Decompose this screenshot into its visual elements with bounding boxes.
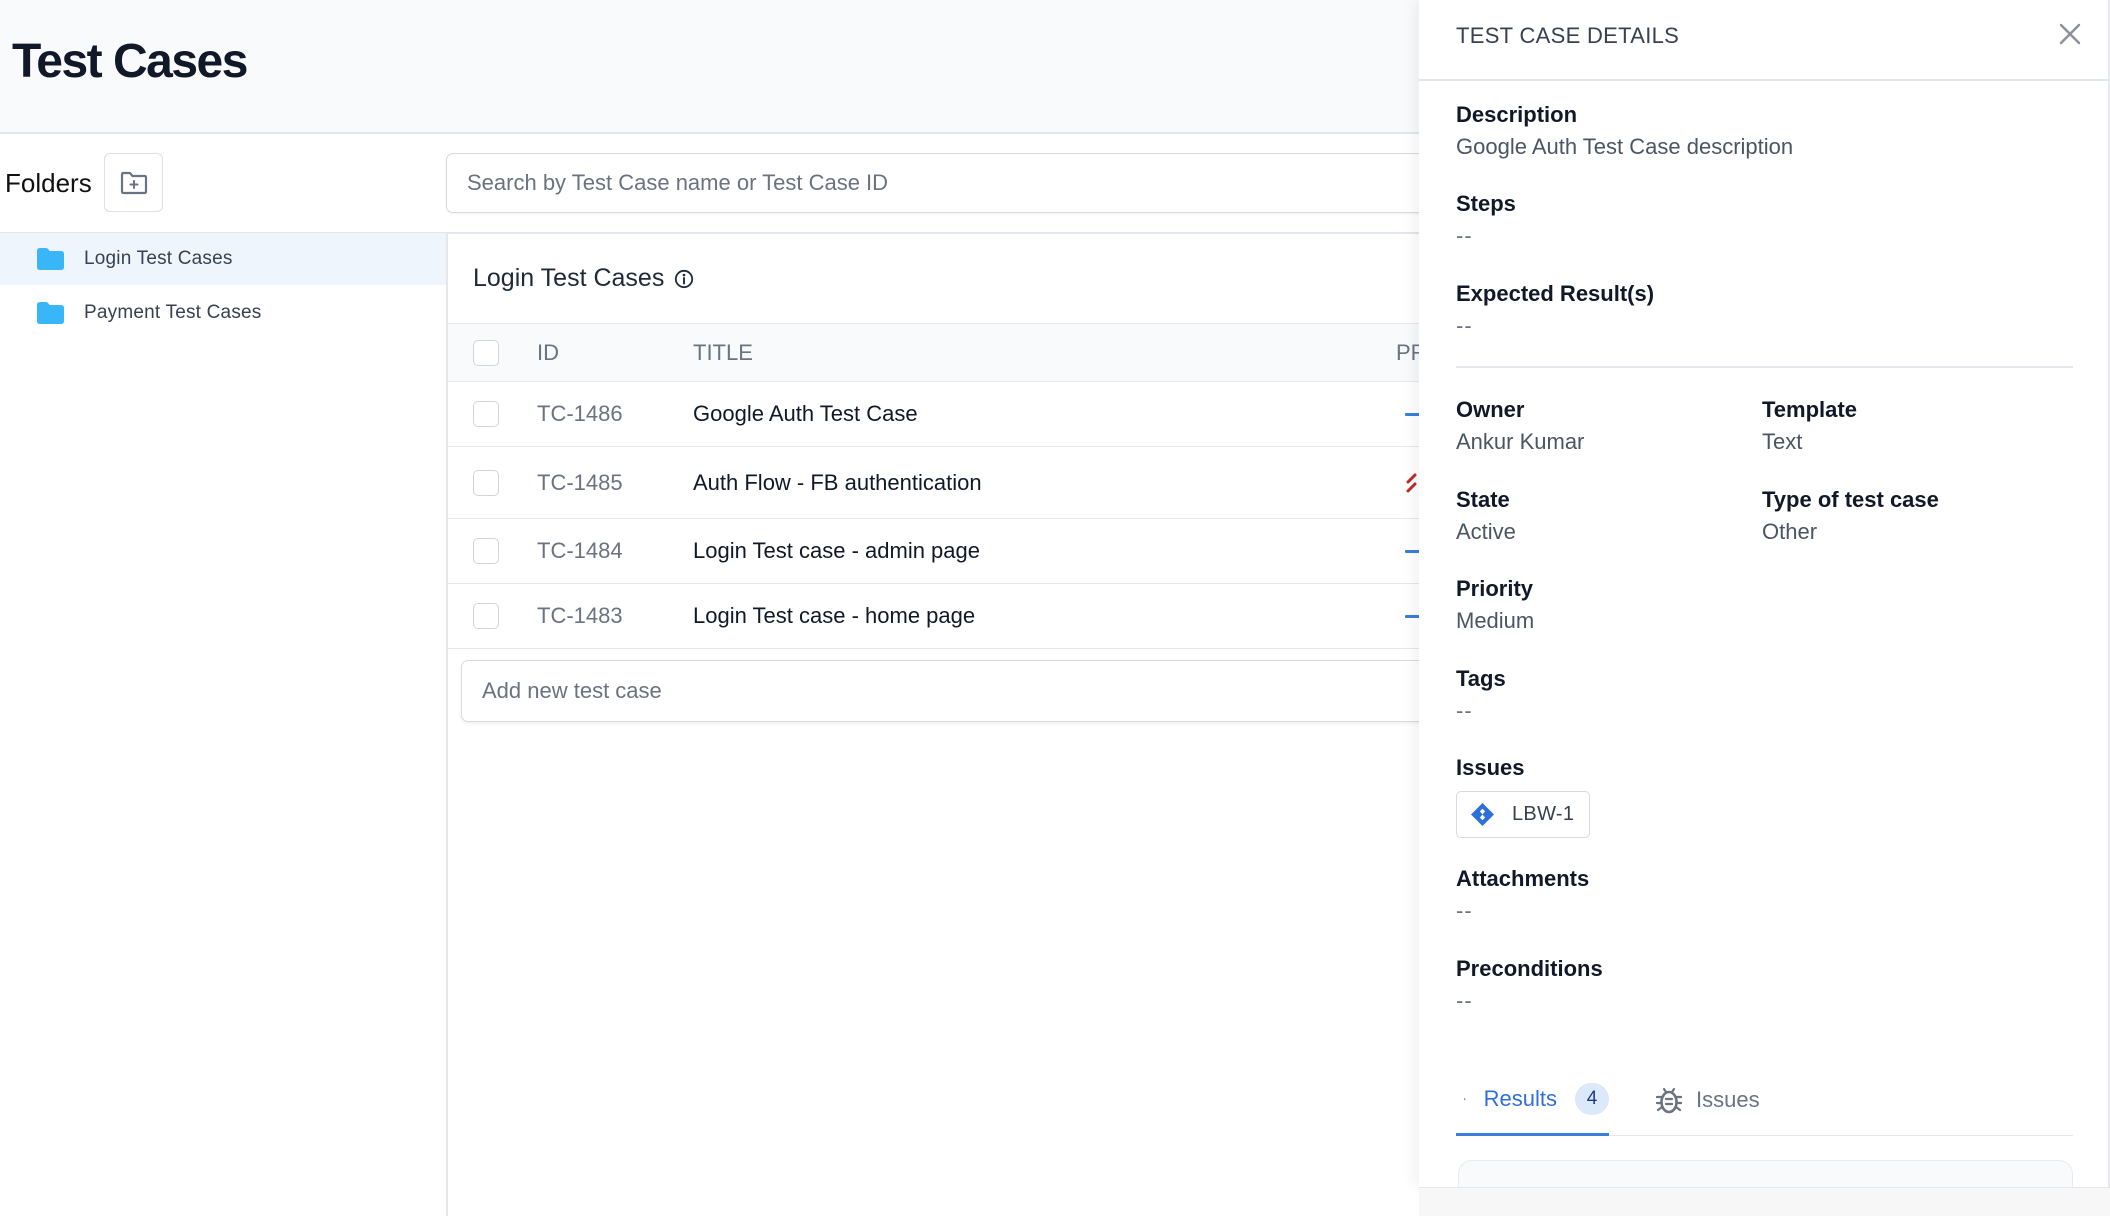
details-divider [1456,366,2073,368]
table-row[interactable]: TC-1484 Login Test case - admin page [448,519,1421,584]
tab-label: Results [1483,1085,1557,1111]
search-box[interactable] [446,153,1446,213]
jira-icon [1471,803,1494,826]
field-value: -- [1456,223,1473,248]
field-owner: Owner Ankur Kumar [1456,397,1584,455]
field-steps: Steps -- [1456,191,1516,249]
field-label: Template [1762,397,1857,422]
folder-label: Payment Test Cases [84,302,262,323]
table-header: ID TITLE PR [448,323,1427,382]
sidebar-folder-login-test-cases[interactable]: Login Test Cases [0,233,446,285]
column-header-title[interactable]: TITLE [693,340,753,366]
test-case-title[interactable]: Auth Flow - FB authentication [693,470,982,496]
field-value: Other [1762,519,1818,544]
bar-chart-icon [1464,1097,1466,1100]
field-label: Priority [1456,576,1534,601]
field-label: Tags [1456,666,1506,691]
folder-icon [37,302,64,324]
field-value: Medium [1456,608,1535,633]
bottom-bar [1419,1187,2110,1216]
issue-chip[interactable]: LBW-1 [1456,791,1591,838]
row-checkbox[interactable] [473,538,499,564]
results-count-badge: 4 [1575,1082,1609,1115]
bug-icon [1656,1087,1682,1114]
info-icon[interactable] [674,269,694,289]
field-label: Issues [1456,755,1525,780]
row-checkbox[interactable] [473,401,499,427]
field-value: Ankur Kumar [1456,429,1585,454]
tab-label: Issues [1696,1087,1760,1112]
test-cases-page: Test Cases Folders Login Test Cases Paym… [0,0,2110,1216]
test-case-title[interactable]: Google Auth Test Case [693,401,918,427]
field-label: Attachments [1456,866,1590,891]
field-description: Description Google Auth Test Case descri… [1456,102,1793,160]
field-label: State [1456,487,1510,512]
field-label: Preconditions [1456,956,1603,981]
table-row[interactable]: TC-1483 Login Test case - home page [448,584,1421,649]
field-tags: Tags -- [1456,666,1506,724]
field-value: Active [1456,519,1516,544]
test-case-id: TC-1484 [537,538,623,563]
field-type-of-test-case: Type of test case Other [1762,487,1939,545]
field-value: Google Auth Test Case description [1456,134,1794,159]
field-value: -- [1456,698,1473,723]
test-case-id: TC-1486 [537,401,623,426]
test-case-id: TC-1485 [537,469,623,495]
test-case-title[interactable]: Login Test case - admin page [693,538,980,564]
column-header-id[interactable]: ID [537,340,559,366]
field-issues: Issues LBW-1 [1456,755,1591,838]
field-preconditions: Preconditions -- [1456,956,1603,1014]
field-value: -- [1456,898,1473,923]
test-cases-table: ID TITLE PR TC-1486 Google Auth Test Cas… [448,323,1427,649]
field-value: Text [1762,429,1803,454]
test-case-id: TC-1483 [537,603,623,628]
section-title-text: Login Test Cases [473,264,665,292]
section-title: Login Test Cases [473,264,694,293]
folders-label: Folders [5,168,92,198]
table-row[interactable]: TC-1485 Auth Flow - FB authentication [448,447,1420,519]
table-row[interactable]: TC-1486 Google Auth Test Case [448,382,1421,447]
field-label: Expected Result(s) [1456,281,1655,306]
field-label: Steps [1456,191,1516,216]
folder-plus-icon [120,171,147,194]
folder-icon [37,248,64,270]
field-value: -- [1456,313,1473,338]
field-priority: Priority Medium [1456,576,1534,634]
tab-results[interactable]: Results 4 [1456,1064,1609,1136]
details-panel-title: TEST CASE DETAILS [1456,23,1680,48]
row-checkbox[interactable] [473,469,499,496]
field-label: Description [1456,102,1578,127]
test-case-details-panel: TEST CASE DETAILS Description Google Aut… [1419,0,2110,1216]
field-template: Template Text [1762,397,1857,455]
field-attachments: Attachments -- [1456,866,1589,924]
field-label: Type of test case [1762,487,1939,512]
issue-key: LBW-1 [1512,803,1575,825]
field-value: -- [1456,988,1473,1013]
search-input[interactable] [447,154,1445,212]
sidebar-folder-payment-test-cases[interactable]: Payment Test Cases [0,287,446,339]
details-tabs: Results 4 Issues [1456,1064,2073,1136]
close-icon[interactable] [2058,22,2082,46]
new-folder-button[interactable] [104,153,163,212]
folder-label: Login Test Cases [84,248,233,269]
page-title: Test Cases [12,35,248,88]
field-state: State Active [1456,487,1516,545]
test-case-title[interactable]: Login Test case - home page [693,603,975,629]
field-expected-results: Expected Result(s) -- [1456,281,1654,339]
add-test-case-box[interactable] [461,660,1441,722]
details-panel-header: TEST CASE DETAILS [1419,0,2108,81]
field-label: Owner [1456,397,1525,422]
select-all-checkbox[interactable] [473,339,499,366]
row-checkbox[interactable] [473,603,499,629]
add-test-case-input[interactable] [462,661,1440,721]
tab-issues[interactable]: Issues [1656,1064,1760,1136]
